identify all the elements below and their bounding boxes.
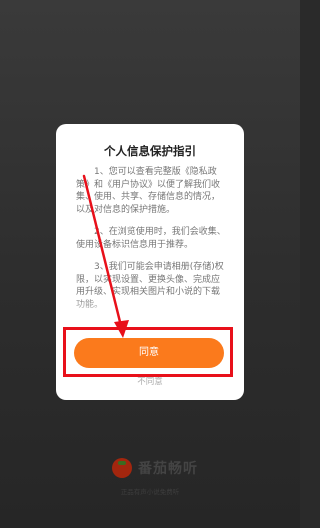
brand-logo-row: 番茄畅听 [112,458,198,478]
dialog-body[interactable]: 1、您可以查看完整版《隐私政策》和《用户协议》以便了解我们收集、使用、共享、存储… [76,166,226,323]
text-fade [76,297,226,323]
paragraph-1: 1、您可以查看完整版《隐私政策》和《用户协议》以便了解我们收集、使用、共享、存储… [76,167,221,215]
tomato-logo-icon [112,458,132,478]
paragraph-2: 2、在浏览使用时，我们会收集、使用设备标识信息用于推荐。 [76,227,226,250]
dialog-title: 个人信息保护指引 [104,144,196,158]
highlight-box [63,327,233,377]
brand-caption: 正品有声小说免费听 [120,488,180,496]
brand-name: 番茄畅听 [138,461,198,477]
